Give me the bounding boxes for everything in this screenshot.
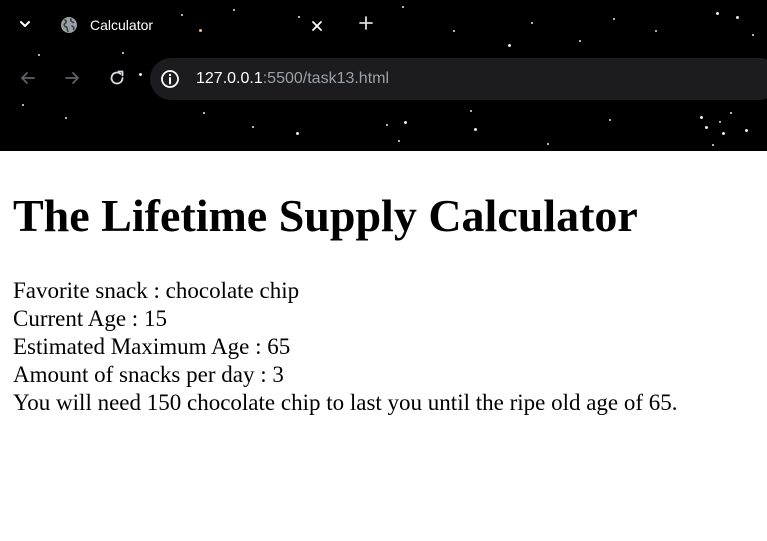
maximum-age-line: Estimated Maximum Age : 65	[13, 334, 291, 359]
new-tab-button[interactable]	[354, 13, 378, 37]
page-content: The Lifetime Supply Calculator Favorite …	[13, 190, 763, 417]
arrow-left-icon	[19, 69, 37, 92]
tab-title: Calculator	[90, 17, 154, 33]
url-path: :5500/task13.html	[262, 70, 390, 87]
url-host: 127.0.0.1	[196, 70, 263, 87]
snacks-per-day-line: Amount of snacks per day : 3	[13, 362, 284, 387]
close-icon[interactable]	[308, 17, 326, 35]
tab-search-button[interactable]	[10, 14, 40, 38]
reload-button[interactable]	[104, 67, 130, 93]
url-text[interactable]: 127.0.0.1:5500/task13.html	[196, 69, 389, 89]
plus-icon	[358, 15, 374, 36]
result-lines: Favorite snack : chocolate chip Current …	[13, 277, 763, 417]
reload-icon	[108, 69, 126, 92]
tab-calculator[interactable]: Calculator	[50, 8, 340, 42]
forward-button[interactable]	[59, 67, 85, 93]
page-title: The Lifetime Supply Calculator	[13, 190, 638, 241]
current-age-line: Current Age : 15	[13, 306, 167, 331]
favorite-snack-line: Favorite snack : chocolate chip	[13, 278, 300, 303]
globe-icon	[60, 16, 78, 34]
address-bar[interactable]: 127.0.0.1:5500/task13.html	[150, 58, 767, 100]
chevron-down-icon	[18, 17, 32, 36]
back-button[interactable]	[15, 67, 41, 93]
result-summary-line: You will need 150 chocolate chip to last…	[13, 390, 678, 415]
browser-chrome: Calculator 127.0.0.1:5500/task13.html	[0, 0, 767, 151]
info-icon[interactable]	[159, 68, 181, 90]
arrow-right-icon	[63, 69, 81, 92]
